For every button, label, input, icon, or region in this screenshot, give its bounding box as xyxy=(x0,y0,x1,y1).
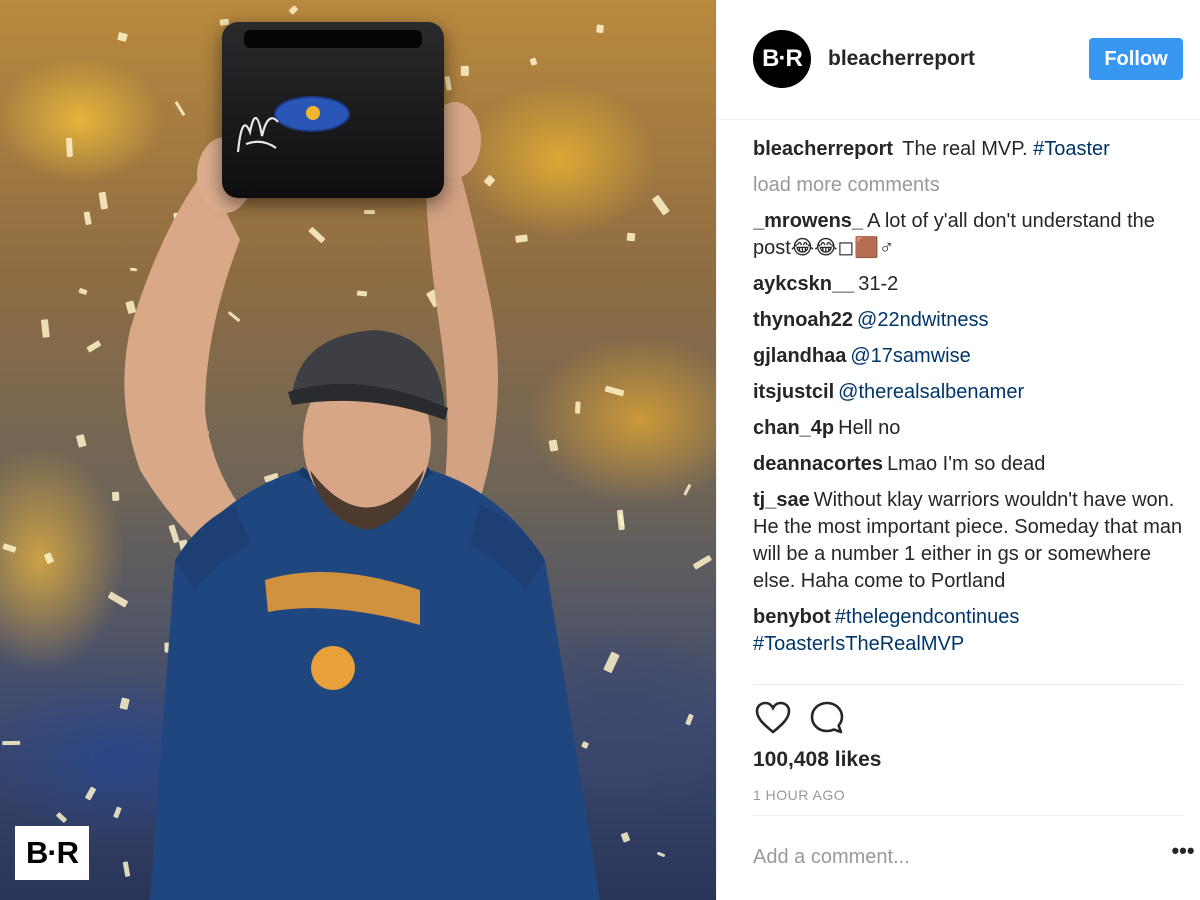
follow-button[interactable]: Follow xyxy=(1089,38,1183,80)
post-sidebar: B·R bleacherreport Follow bleacherreport… xyxy=(716,0,1200,900)
warriors-logo-icon xyxy=(274,96,350,132)
comment-icon[interactable] xyxy=(807,698,847,738)
comment-item: thynoah22 @22ndwitness xyxy=(753,307,1183,334)
comment-text: Lmao I'm so dead xyxy=(887,453,1046,475)
toaster-slot xyxy=(244,30,422,48)
action-bar xyxy=(753,698,847,738)
comment-mention[interactable]: @17samwise xyxy=(850,345,970,367)
comment-item: benybot #thelegendcontinues #ToasterIsThe… xyxy=(753,604,1183,658)
comments-list[interactable]: bleacherreport The real MVP. #Toaster lo… xyxy=(753,136,1183,684)
caption-hashtag[interactable]: #Toaster xyxy=(1033,138,1110,160)
comment-item: deannacortes Lmao I'm so dead xyxy=(753,451,1183,478)
timestamp[interactable]: 1 HOUR AGO xyxy=(753,787,845,803)
post-header: B·R bleacherreport Follow xyxy=(717,0,1200,120)
comment-username[interactable]: benybot xyxy=(753,606,831,628)
likes-count[interactable]: 100,408 likes xyxy=(753,748,881,772)
comment-username[interactable]: deannacortes xyxy=(753,453,883,475)
signature-icon xyxy=(236,116,279,153)
comment-container: _mrowens_ A lot of y'all don't understand… xyxy=(753,208,1183,658)
comment-item: aykcskn__ 31-2 xyxy=(753,271,1183,298)
comment-text: Without klay warriors wouldn't have won.… xyxy=(753,489,1183,592)
caption-username[interactable]: bleacherreport xyxy=(753,138,893,160)
header-username[interactable]: bleacherreport xyxy=(828,47,975,71)
comment-username[interactable]: _mrowens_ xyxy=(753,210,863,232)
comment-item: _mrowens_ A lot of y'all don't understand… xyxy=(753,208,1183,262)
comment-text: Hell no xyxy=(838,417,901,439)
caption-text: The real MVP. xyxy=(902,138,1028,160)
comment-item: itsjustcil @therealsalbenamer xyxy=(753,379,1183,406)
comment-username[interactable]: chan_4p xyxy=(753,417,834,439)
comment-text: 31-2 xyxy=(858,273,899,295)
post-photo[interactable]: B·R xyxy=(0,0,716,900)
watermark-logo: B·R xyxy=(15,826,89,880)
comment-username[interactable]: thynoah22 xyxy=(753,309,853,331)
toaster xyxy=(222,22,444,198)
load-more-comments-link[interactable]: load more comments xyxy=(753,172,1183,199)
more-options-button[interactable]: ••• xyxy=(1165,840,1200,870)
avatar[interactable]: B·R xyxy=(753,30,811,88)
comment-username[interactable]: gjlandhaa xyxy=(753,345,846,367)
caption: bleacherreport The real MVP. #Toaster xyxy=(753,136,1183,163)
comment-username[interactable]: aykcskn__ xyxy=(753,273,854,295)
comment-item: gjlandhaa @17samwise xyxy=(753,343,1183,370)
add-comment-input[interactable] xyxy=(753,838,1123,876)
comment-mention[interactable]: @therealsalbenamer xyxy=(838,381,1024,403)
divider xyxy=(753,684,1183,685)
divider xyxy=(753,815,1183,816)
comment-item: tj_sae Without klay warriors wouldn't hav… xyxy=(753,487,1183,595)
comment-mention[interactable]: @22ndwitness xyxy=(857,309,988,331)
instagram-post: B·R B·R bleacherreport Follow bleacherre… xyxy=(0,0,1200,900)
comment-username[interactable]: itsjustcil xyxy=(753,381,834,403)
comment-username[interactable]: tj_sae xyxy=(753,489,810,511)
heart-icon[interactable] xyxy=(753,698,793,738)
comment-item: chan_4p Hell no xyxy=(753,415,1183,442)
